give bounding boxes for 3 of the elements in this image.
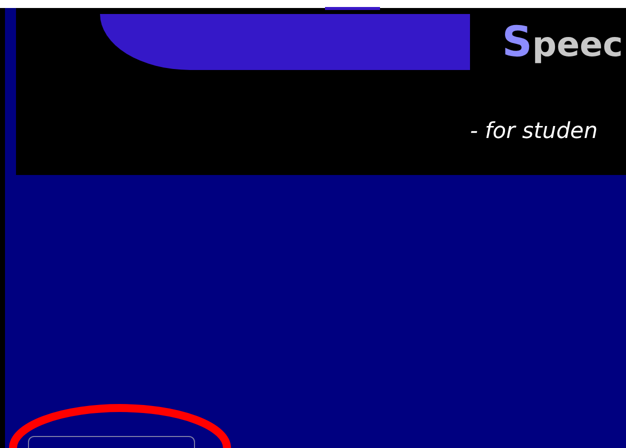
site-title: Speec bbox=[502, 22, 623, 65]
top-bar-mark bbox=[325, 7, 380, 10]
site-subtitle: - for studen bbox=[470, 119, 599, 144]
